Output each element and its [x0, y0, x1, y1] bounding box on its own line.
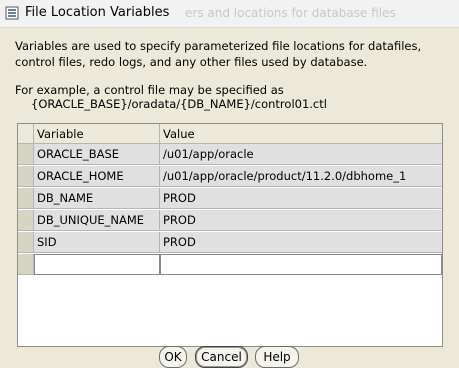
- corner-cell: [18, 124, 34, 144]
- table-row-empty[interactable]: [18, 254, 442, 276]
- table-header: Variable Value: [18, 124, 442, 145]
- table-row[interactable]: DB_NAME PROD: [18, 188, 442, 210]
- java-app-icon: [5, 6, 19, 20]
- description-text: Variables are used to specify parameteri…: [15, 39, 422, 69]
- row-header[interactable]: [18, 166, 34, 187]
- variable-cell[interactable]: DB_UNIQUE_NAME: [34, 210, 160, 231]
- row-header[interactable]: [18, 144, 34, 165]
- value-cell[interactable]: PROD: [160, 232, 442, 253]
- value-cell[interactable]: PROD: [160, 210, 442, 231]
- table-row[interactable]: ORACLE_HOME /u01/app/oracle/product/11.2…: [18, 166, 442, 188]
- row-header[interactable]: [18, 188, 34, 209]
- variables-table: Variable Value ORACLE_BASE /u01/app/orac…: [17, 123, 443, 347]
- example-text: For example, a control file may be speci…: [15, 83, 284, 97]
- file-location-variables-dialog: Variables are used to specify parameteri…: [0, 28, 459, 368]
- value-cell[interactable]: PROD: [160, 188, 442, 209]
- button-bar: OK Cancel Help: [0, 346, 459, 368]
- value-input-cell[interactable]: [160, 254, 442, 275]
- table-row[interactable]: SID PROD: [18, 232, 442, 254]
- table-row[interactable]: DB_UNIQUE_NAME PROD: [18, 210, 442, 232]
- row-header[interactable]: [18, 232, 34, 253]
- title-bar: File Location Variables ers and location…: [0, 0, 459, 28]
- variable-cell[interactable]: DB_NAME: [34, 188, 160, 209]
- window-title: File Location Variables: [25, 5, 170, 20]
- row-header[interactable]: [18, 254, 34, 275]
- variable-cell[interactable]: ORACLE_HOME: [34, 166, 160, 187]
- variable-input-cell[interactable]: [34, 254, 160, 275]
- column-header-value[interactable]: Value: [160, 124, 442, 144]
- background-window-text: ers and locations for database files: [185, 6, 396, 20]
- table-row[interactable]: ORACLE_BASE /u01/app/oracle: [18, 144, 442, 166]
- value-cell[interactable]: /u01/app/oracle/product/11.2.0/dbhome_1: [160, 166, 442, 187]
- example-path: {ORACLE_BASE}/oradata/{DB_NAME}/control0…: [31, 97, 327, 111]
- variable-cell[interactable]: ORACLE_BASE: [34, 144, 160, 165]
- value-cell[interactable]: /u01/app/oracle: [160, 144, 442, 165]
- variable-cell[interactable]: SID: [34, 232, 160, 253]
- row-header[interactable]: [18, 210, 34, 231]
- column-header-variable[interactable]: Variable: [34, 124, 160, 144]
